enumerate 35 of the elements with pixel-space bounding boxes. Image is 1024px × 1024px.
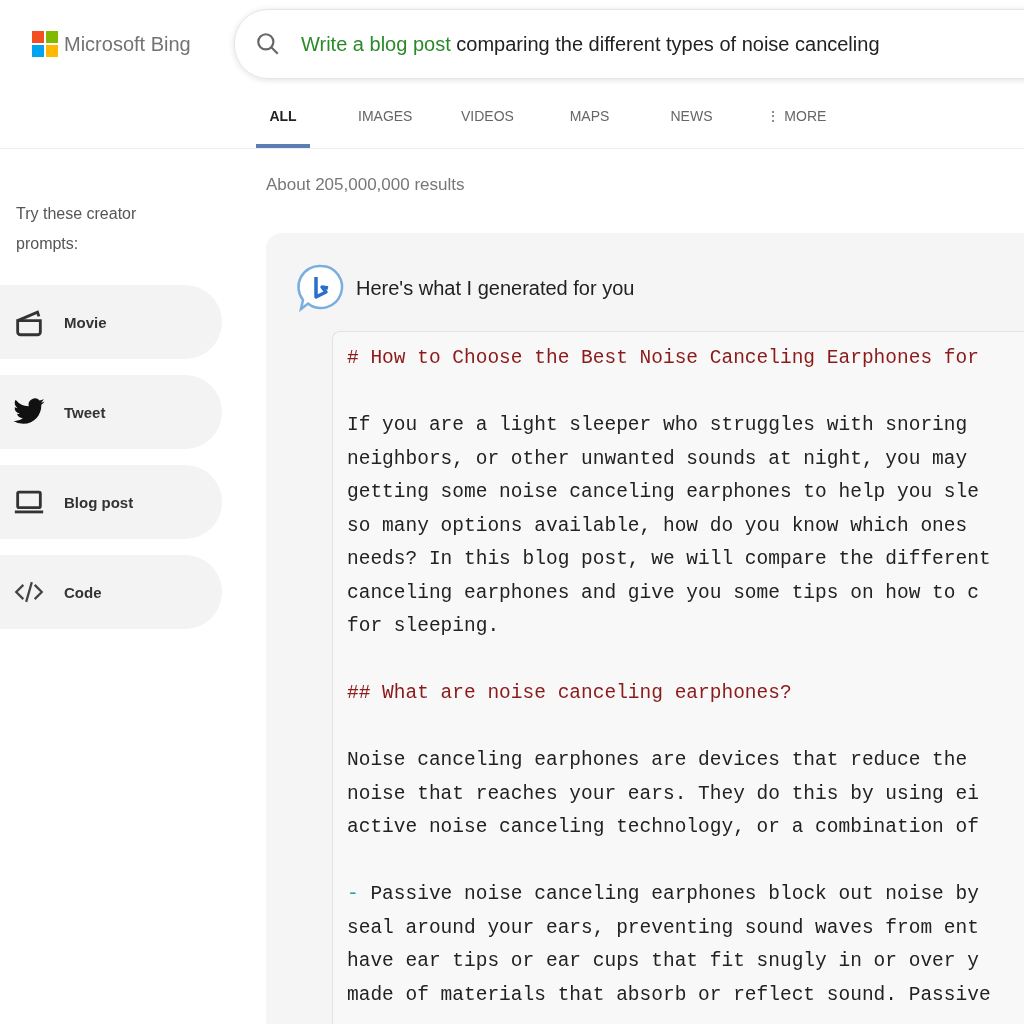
nav-tab[interactable]: VIDEOS [460, 88, 515, 148]
text-line: active noise canceling technology, or a combination of [347, 815, 980, 840]
nav-tab[interactable]: ⋮ MORE [766, 88, 827, 148]
text-line: for sleeping. [347, 614, 501, 639]
prompt-button[interactable]: Movie [0, 285, 222, 359]
text-line: Noise canceling earphones are devices that reduce the [347, 748, 969, 773]
answer-title: Here's what I generated for you [356, 276, 635, 300]
nav-tab[interactable]: IMAGES [358, 88, 413, 148]
nav-tab[interactable]: MAPS [562, 88, 617, 148]
prompt-button[interactable]: Code [0, 555, 222, 629]
text-line: canceling earphones and give you some tips on how to c [347, 580, 980, 606]
sidebar-heading: Try these creator prompts: [16, 204, 138, 254]
text-line: have ear tips or ear cups that fit snugly in or over y [347, 949, 980, 974]
text-line: seal around your ears, preventing sound waves from ent [347, 915, 980, 941]
prompt-button[interactable]: Tweet [0, 375, 222, 449]
text-line: needs? In this blog post, we will compare the different [347, 547, 992, 572]
search-query: Write a blog post comparing the different types of noise canceling [301, 32, 880, 56]
text-line: getting some noise canceling earphones to help you sle [347, 480, 980, 505]
text-line: noise that reaches your ears. They do this by using ei [347, 781, 980, 807]
search-field[interactable]: Write a blog post comparing the different types of noise canceling [234, 9, 1024, 79]
chat-bubble-icon [296, 263, 346, 313]
nav-tab[interactable]: NEWS [664, 88, 719, 148]
logo-icon [32, 31, 58, 57]
result-count: About 205,000,000 results [266, 175, 466, 195]
text-line: neighbors, or other unwanted sounds at night, you may [347, 446, 969, 472]
text-line: If you are a light sleeper who struggles with snoring [347, 413, 969, 438]
prompt-button[interactable]: Blog post [0, 465, 222, 539]
markdown-heading: # How to Choose the Best Noise Canceling Earphones for [347, 346, 980, 371]
logo-text[interactable]: Microsoft Bing [64, 32, 191, 56]
bullet-line: - Passive noise canceling earphones block out noise by [347, 882, 980, 907]
search-icon [255, 31, 281, 57]
text-line: so many options available, how do you know which ones [347, 513, 969, 539]
text-line: made of materials that absorb or reflect sound. Passive [347, 982, 992, 1008]
nav-tab[interactable]: ALL [256, 88, 310, 148]
markdown-heading: ## What are noise canceling earphones? [347, 681, 793, 706]
